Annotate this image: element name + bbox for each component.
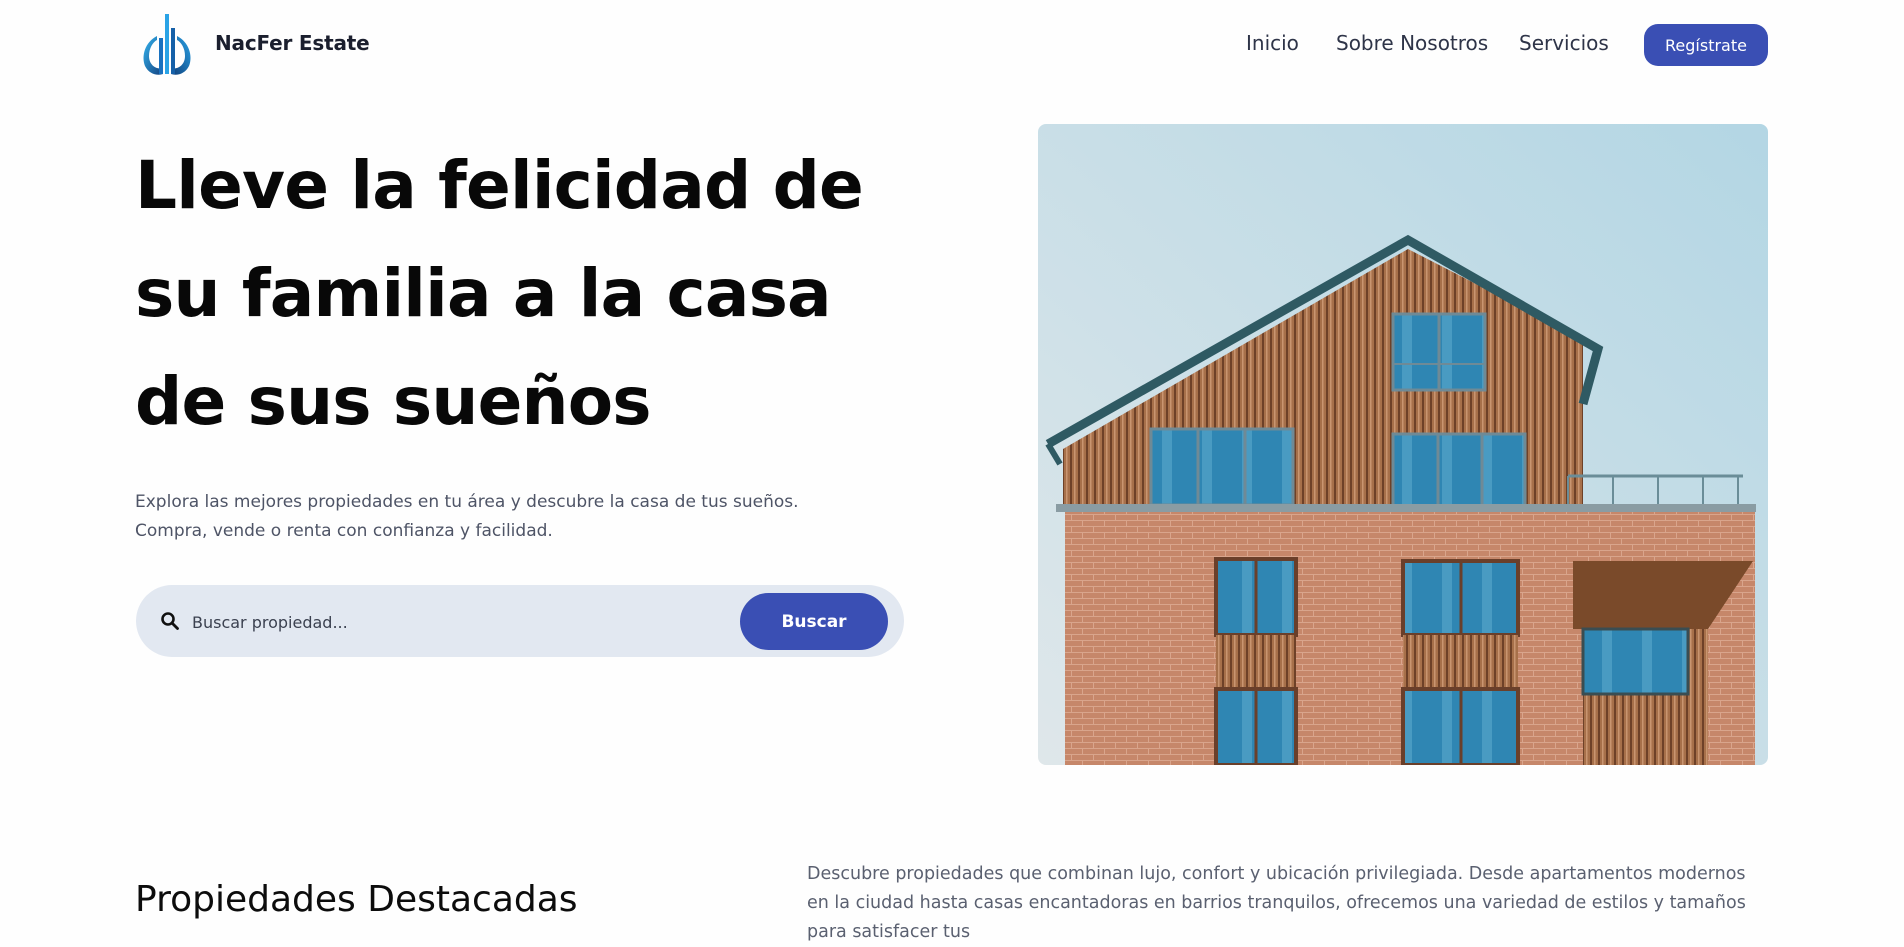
hero-title-line: su familia a la casa bbox=[135, 255, 832, 332]
search-bar: Buscar bbox=[136, 585, 904, 657]
featured-description: Descubre propiedades que combinan lujo, … bbox=[807, 864, 1746, 942]
search-icon bbox=[161, 612, 179, 630]
featured-title: Propiedades Destacadas bbox=[135, 879, 578, 920]
hero-house-image bbox=[1038, 124, 1768, 765]
hero-title: Lleve la felicidad de su familia a la ca… bbox=[135, 132, 895, 456]
logo-icon[interactable] bbox=[139, 12, 195, 78]
navbar: NacFer Estate Inicio Sobre Nosotros Serv… bbox=[0, 0, 1904, 90]
search-button[interactable]: Buscar bbox=[740, 593, 888, 650]
register-button[interactable]: Regístrate bbox=[1644, 24, 1768, 66]
nav-link-inicio[interactable]: Inicio bbox=[1246, 31, 1299, 55]
nav-link-servicios[interactable]: Servicios bbox=[1519, 31, 1609, 55]
hero-title-line: de sus sueños bbox=[135, 363, 652, 440]
hero-description: Explora las mejores propiedades en tu ár… bbox=[135, 492, 799, 541]
hero-title-line: Lleve la felicidad de bbox=[135, 147, 864, 224]
brand-name[interactable]: NacFer Estate bbox=[215, 31, 370, 55]
search-input[interactable] bbox=[190, 603, 794, 641]
nav-link-sobre-nosotros[interactable]: Sobre Nosotros bbox=[1336, 31, 1488, 55]
